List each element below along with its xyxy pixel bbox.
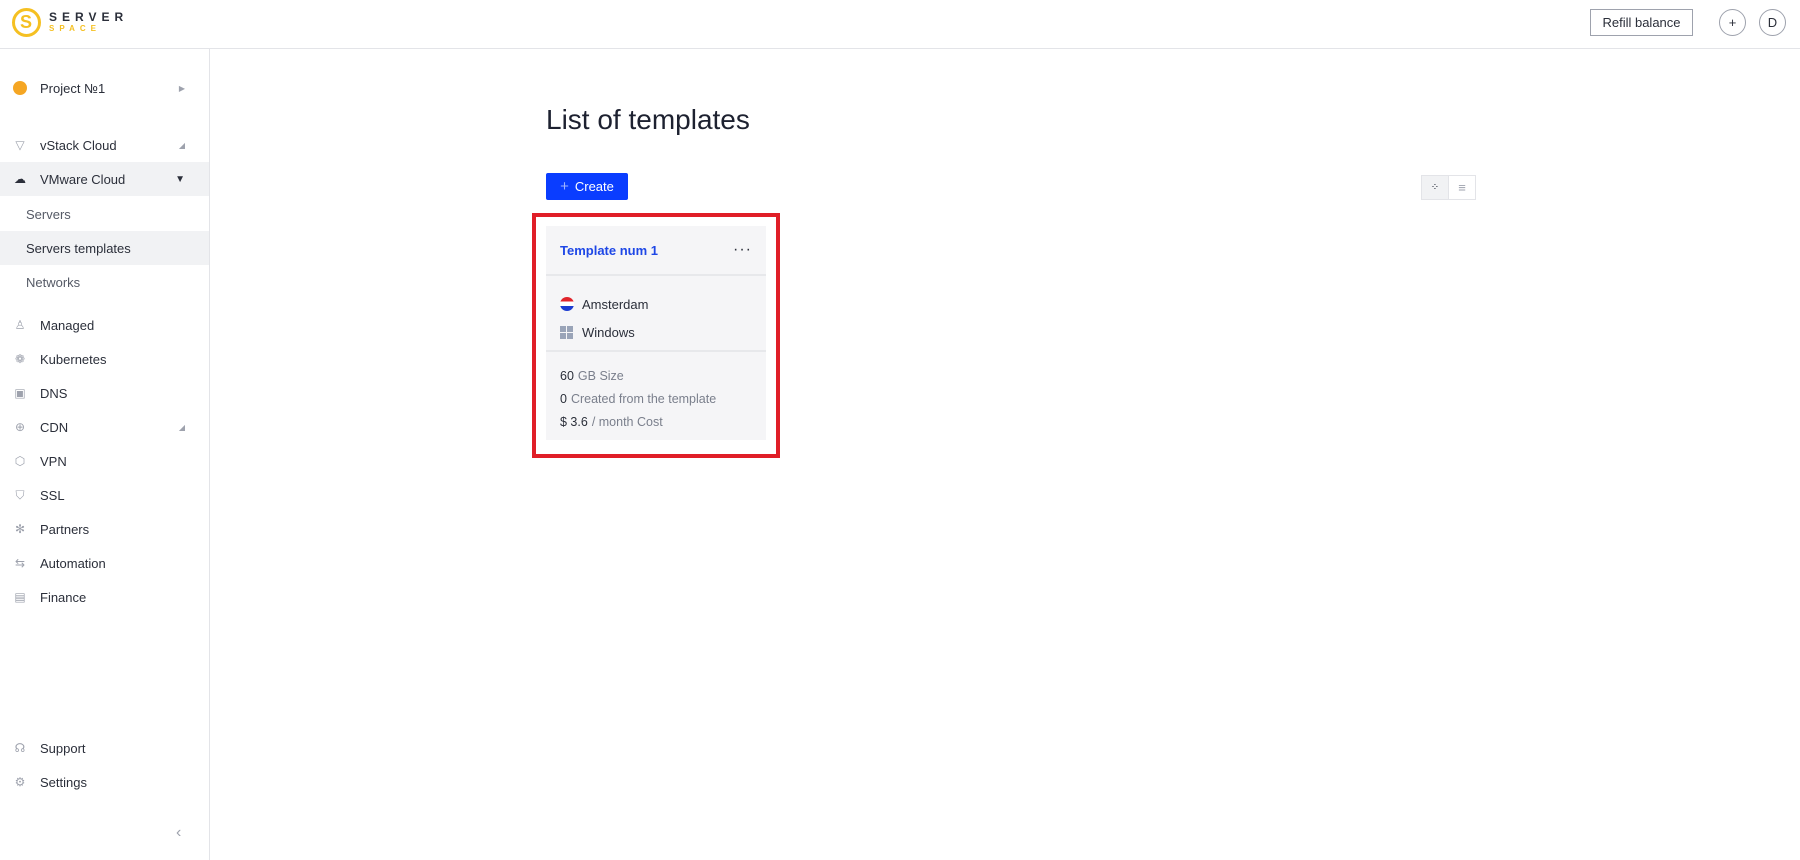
sidebar-item-automation[interactable]: ⇆ Automation	[0, 546, 209, 580]
sidebar-item-ssl[interactable]: ⛉ SSL	[0, 478, 209, 512]
refill-balance-button[interactable]: Refill balance	[1590, 9, 1693, 36]
create-label: Create	[574, 179, 614, 194]
project-label: Project №1	[40, 80, 106, 96]
sidebar-item-label: DNS	[40, 385, 68, 401]
sidebar-item-label: Support	[40, 740, 86, 756]
sidebar: Project №1 ▶ ▽ vStack Cloud ◢ ☁ VMware C…	[0, 49, 210, 860]
sidebar-item-dns[interactable]: ▣ DNS	[0, 376, 209, 410]
managed-icon: ♙	[14, 318, 26, 332]
logo-icon: S	[12, 8, 41, 37]
sidebar-subitem-networks[interactable]: Networks	[0, 265, 209, 299]
template-location: Amsterdam	[560, 290, 752, 318]
location-label: Amsterdam	[582, 296, 649, 312]
sidebar-item-label: Managed	[40, 317, 95, 333]
logo[interactable]: S SERVER SPACE	[12, 8, 128, 37]
collapse-sidebar-icon[interactable]: ‹	[176, 824, 181, 842]
sidebar-subitem-servers-templates[interactable]: Servers templates	[0, 231, 209, 265]
sidebar-item-label: vStack Cloud	[40, 137, 117, 153]
sidebar-item-managed[interactable]: ♙ Managed	[0, 308, 209, 342]
template-name-link[interactable]: Template num 1	[560, 243, 658, 258]
vstack-icon: ▽	[15, 138, 25, 152]
sidebar-item-kubernetes[interactable]: ❁ Kubernetes	[0, 342, 209, 376]
template-card[interactable]: Template num 1 ··· Amsterdam Windows 60 G…	[546, 226, 766, 440]
caret-down-icon: ▼	[175, 173, 185, 185]
sidebar-item-partners[interactable]: ✻ Partners	[0, 512, 209, 546]
template-cost: $ 3.6/ month Cost	[560, 410, 752, 433]
project-selector[interactable]: Project №1 ▶	[0, 71, 209, 105]
sidebar-item-vpn[interactable]: ⬡ VPN	[0, 444, 209, 478]
create-button[interactable]: + Create	[546, 173, 628, 200]
sidebar-item-vmware-cloud[interactable]: ☁ VMware Cloud ▼	[0, 162, 209, 196]
headset-icon: ☊	[14, 741, 26, 755]
windows-icon	[560, 325, 573, 339]
vpn-icon: ⬡	[14, 454, 26, 468]
sidebar-item-label: VPN	[40, 453, 67, 469]
add-button[interactable]: +	[1719, 9, 1746, 36]
template-size: 60 GB Size	[560, 364, 752, 387]
globe-icon: ⊕	[14, 420, 26, 434]
cloud-icon: ☁	[14, 172, 26, 186]
dns-icon: ▣	[14, 386, 26, 400]
top-bar: S SERVER SPACE Refill balance + D	[0, 0, 1800, 49]
cost-label: / month Cost	[591, 414, 663, 429]
sidebar-item-label: VMware Cloud	[40, 171, 126, 187]
kubernetes-icon: ❁	[14, 352, 26, 366]
sidebar-item-label: CDN	[40, 419, 69, 435]
sidebar-item-cdn[interactable]: ⊕ CDN ◢	[0, 410, 209, 444]
size-label: GB Size	[577, 368, 624, 383]
logo-text-space: SPACE	[49, 23, 101, 33]
sidebar-subitem-servers[interactable]: Servers	[0, 197, 209, 231]
grid-view-icon[interactable]: ⁘	[1422, 176, 1449, 199]
page-title: List of templates	[546, 104, 750, 135]
plus-icon: +	[560, 178, 569, 195]
sidebar-item-support[interactable]: ☊ Support	[0, 731, 209, 765]
view-toggle: ⁘ ≡	[1421, 175, 1476, 200]
chevron-right-icon: ▶	[178, 83, 185, 93]
sidebar-item-label: Partners	[40, 521, 90, 537]
expand-icon: ◢	[178, 422, 185, 432]
sidebar-item-finance[interactable]: ▤ Finance	[0, 580, 209, 614]
list-view-icon[interactable]: ≡	[1449, 176, 1475, 199]
cost-value: $ 3.6	[560, 414, 588, 429]
logo-text-server: SERVER	[49, 9, 129, 24]
os-label: Windows	[582, 324, 635, 340]
gear-icon: ⚙	[14, 775, 26, 789]
expand-icon: ◢	[178, 140, 185, 150]
more-options-icon[interactable]: ···	[733, 241, 752, 259]
sidebar-item-vstack-cloud[interactable]: ▽ vStack Cloud ◢	[0, 128, 209, 162]
netherlands-flag-icon	[560, 297, 574, 311]
size-value: 60	[560, 368, 574, 383]
shield-icon: ⛉	[15, 487, 25, 502]
partners-icon: ✻	[14, 522, 26, 536]
document-icon: ▤	[14, 590, 26, 604]
created-label: Created from the template	[570, 391, 717, 406]
project-icon	[13, 81, 27, 95]
sidebar-item-label: Automation	[40, 555, 106, 571]
sidebar-item-label: SSL	[40, 487, 65, 503]
plus-icon: +	[1728, 15, 1737, 30]
template-created-count: 0 Created from the template	[560, 387, 752, 410]
automation-icon: ⇆	[14, 556, 26, 570]
sidebar-item-label: Kubernetes	[40, 351, 107, 367]
user-avatar[interactable]: D	[1759, 9, 1786, 36]
template-os: Windows	[560, 318, 752, 346]
created-value: 0	[560, 391, 567, 406]
sidebar-item-label: Settings	[40, 774, 87, 790]
sidebar-item-label: Finance	[40, 589, 87, 605]
sidebar-item-settings[interactable]: ⚙ Settings	[0, 765, 209, 799]
